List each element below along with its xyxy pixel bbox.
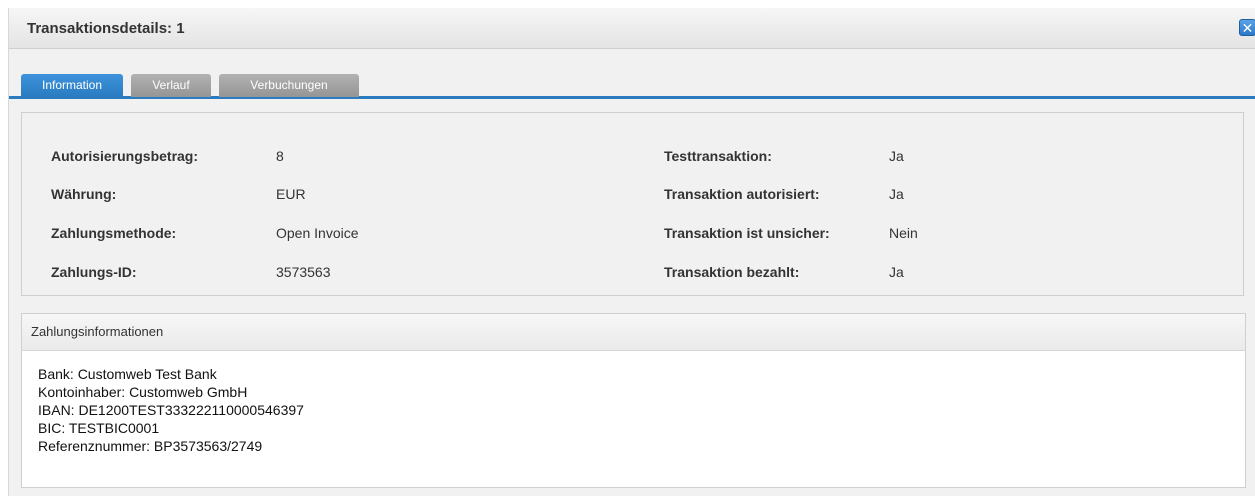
payment-info-panel: Zahlungsinformationen Bank: Customweb Te… (21, 313, 1246, 488)
payment-info-body: Bank: Customweb Test Bank Kontoinhaber: … (22, 351, 1245, 455)
value-waehrung: EUR (276, 186, 306, 202)
payment-line-iban: IBAN: DE1200TEST333222110000546397 (38, 402, 304, 418)
value-transaktion-autorisiert: Ja (889, 186, 904, 202)
label-waehrung: Währung: (51, 186, 117, 202)
value-transaktion-unsicher: Nein (889, 225, 918, 241)
tab-information[interactable]: Information (21, 74, 123, 97)
payment-line-bic: BIC: TESTBIC0001 (38, 420, 160, 436)
close-button[interactable]: ✕ (1239, 19, 1255, 36)
label-testtransaktion: Testtransaktion: (664, 148, 772, 164)
close-icon: ✕ (1241, 20, 1254, 36)
value-transaktion-bezahlt: Ja (889, 264, 904, 280)
value-zahlungsmethode: Open Invoice (276, 225, 359, 241)
label-transaktion-unsicher: Transaktion ist unsicher: (664, 225, 830, 241)
value-testtransaktion: Ja (889, 148, 904, 164)
window-title: Transaktionsdetails: 1 (27, 20, 185, 37)
payment-line-bank: Bank: Customweb Test Bank (38, 366, 217, 382)
value-zahlungs-id: 3573563 (276, 264, 331, 280)
tab-verlauf[interactable]: Verlauf (131, 74, 211, 97)
tab-verbuchungen[interactable]: Verbuchungen (219, 74, 359, 97)
label-zahlungsmethode: Zahlungsmethode: (51, 225, 177, 241)
label-autorisierungsbetrag: Autorisierungsbetrag: (51, 148, 199, 164)
label-transaktion-bezahlt: Transaktion bezahlt: (664, 264, 800, 280)
transaction-info-panel: Autorisierungsbetrag: 8 Währung: EUR Zah… (21, 112, 1244, 296)
tab-bar: Information Verlauf Verbuchungen (9, 66, 1255, 99)
label-zahlungs-id: Zahlungs-ID: (51, 264, 137, 280)
payment-line-referenznummer: Referenznummer: BP3573563/2749 (38, 438, 263, 454)
payment-line-kontoinhaber: Kontoinhaber: Customweb GmbH (38, 384, 248, 400)
transaction-details-window: Transaktionsdetails: 1 ✕ Information Ver… (8, 8, 1255, 496)
window-titlebar: Transaktionsdetails: 1 ✕ (9, 8, 1255, 49)
value-autorisierungsbetrag: 8 (276, 148, 284, 164)
label-transaktion-autorisiert: Transaktion autorisiert: (664, 186, 820, 202)
payment-info-header: Zahlungsinformationen (22, 314, 1245, 351)
